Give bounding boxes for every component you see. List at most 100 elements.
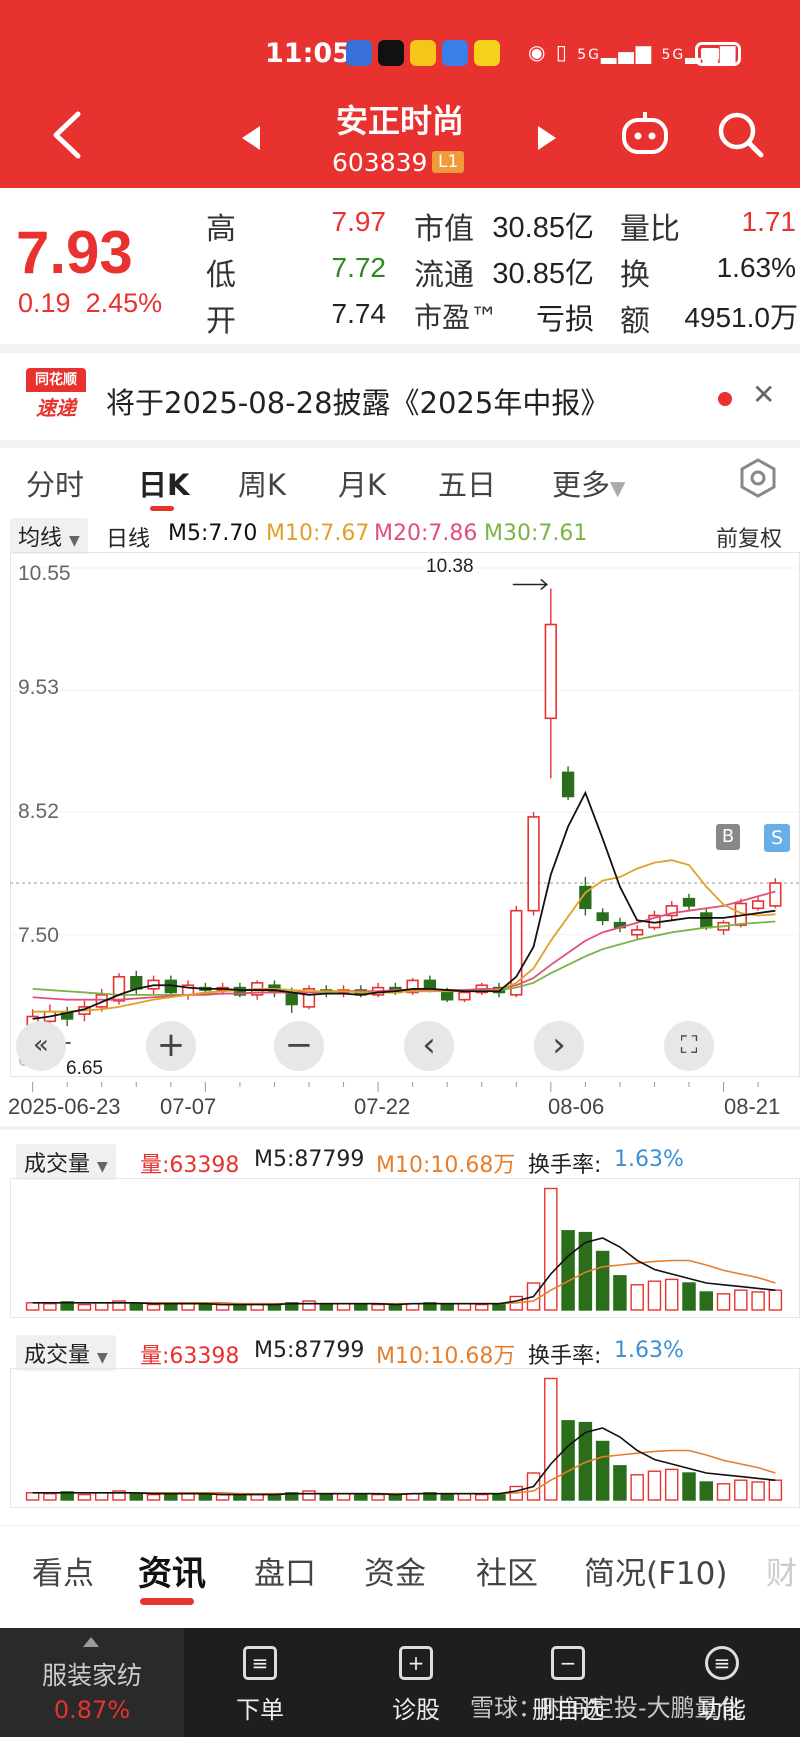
fullscreen-icon[interactable]: ⛶ [664, 1021, 714, 1071]
volume-m10: M10:10.68万 [376, 1344, 516, 1369]
volume-bar [613, 1465, 627, 1501]
volume-bar [699, 1481, 714, 1501]
notice-text[interactable]: 将于2025-08-28披露《2025年中报》 [106, 380, 609, 422]
volume-bar [336, 1492, 351, 1501]
volume-bar [181, 1492, 195, 1501]
volume-chart-2[interactable] [10, 1368, 800, 1508]
volume-bar [716, 1483, 731, 1501]
sell-marker[interactable]: S [764, 824, 790, 852]
volume-ma5-line [32, 1427, 776, 1496]
volume-bar [561, 1420, 575, 1501]
tab-more[interactable]: 更多▼ [552, 462, 625, 504]
adjust-mode[interactable]: 前复权 [716, 521, 782, 553]
tab-intraday[interactable]: 分时 [26, 462, 84, 504]
volume-bar [267, 1303, 282, 1311]
order-button[interactable]: ≡ 下单 [210, 1646, 310, 1725]
turnover-label: 换手率: [528, 1344, 602, 1369]
signal-2-icon: 5G [661, 47, 686, 63]
tab-five-day[interactable]: 五日 [438, 462, 496, 504]
y-tick: 7.50 [18, 924, 59, 947]
volume-selector[interactable]: 成交量 ▼ [16, 1144, 116, 1180]
dropdown-icon: ▼ [97, 1159, 108, 1175]
volume-bar [215, 1303, 230, 1311]
turnover-rate: 1.63% [614, 1338, 684, 1363]
volume-bar [319, 1303, 334, 1311]
open-value: 7.74 [331, 298, 387, 329]
search-icon[interactable] [716, 110, 766, 160]
volume-bar [474, 1493, 489, 1501]
kline-chart[interactable]: 10.55 9.53 8.52 7.50 6.48 10.38 6.65 B [10, 552, 800, 1079]
level-badge: L1 [432, 151, 465, 173]
change-value: 0.19 [18, 288, 71, 318]
volume-bar [354, 1303, 368, 1311]
stock-name: 安正时尚 [335, 102, 464, 140]
diagnose-button[interactable]: + 诊股 [366, 1646, 466, 1725]
candle-body [751, 900, 765, 910]
kline-svg [10, 552, 800, 1077]
high-label: 高 [206, 212, 236, 247]
tab-f10[interactable]: 简况(F10) [584, 1548, 727, 1593]
amount-label: 额 [620, 304, 650, 339]
x-tick: 2025-06-23 [8, 1094, 121, 1119]
sector-change: 0.87% [53, 1696, 131, 1724]
buy-marker[interactable]: B [716, 824, 740, 850]
volume-bar [734, 1479, 748, 1501]
volume-frame [10, 1368, 800, 1508]
volume-bar [198, 1493, 213, 1501]
volume-bar [544, 1187, 558, 1311]
pan-left-button[interactable]: ‹ [404, 1021, 454, 1071]
low-label: 低 [206, 258, 236, 293]
signal-bars-icon: ▂▄▆ [600, 40, 654, 64]
notice-banner[interactable]: 同花顺 速递 将于2025-08-28披露《2025年中报》 [0, 352, 800, 440]
float-label: 流通 [414, 258, 474, 293]
dropdown-icon: ▼ [97, 1350, 108, 1366]
volume-bar [388, 1493, 403, 1501]
settings-hex-icon[interactable] [738, 458, 778, 498]
candle-body [130, 976, 143, 990]
ma-selector[interactable]: 均线 ▼ [10, 518, 88, 554]
volume-bar [198, 1303, 213, 1311]
volume-bar [25, 1492, 40, 1501]
volume-bar [595, 1250, 610, 1311]
tab-finance[interactable]: 财 [766, 1548, 797, 1593]
candle-body [769, 882, 782, 907]
candle-body [596, 912, 609, 922]
volume-bar [302, 1490, 316, 1501]
mktcap-value: 30.85亿 [492, 212, 594, 244]
tab-news[interactable]: 资讯 [138, 1546, 206, 1595]
pe-value: 亏损 [535, 304, 594, 336]
volume-bar [215, 1493, 230, 1501]
battery-icon [695, 42, 741, 66]
tab-orderbook[interactable]: 盘口 [254, 1548, 316, 1593]
x-tick: 08-21 [724, 1094, 781, 1119]
ma30-line [32, 920, 776, 996]
volume-bar [768, 1289, 783, 1311]
volume-bar [751, 1291, 765, 1311]
tab-community[interactable]: 社区 [476, 1548, 538, 1593]
sector-box[interactable]: 服装家纺 0.87% [0, 1628, 184, 1737]
pan-right-button[interactable]: › [534, 1021, 584, 1071]
active-tab-indicator [150, 506, 174, 511]
volume-bar [94, 1302, 109, 1311]
volume-selector[interactable]: 成交量 ▼ [16, 1335, 116, 1371]
volume-bar [613, 1275, 627, 1311]
volume-bar [25, 1302, 40, 1311]
volume-bar [233, 1493, 247, 1501]
robot-assistant-icon[interactable] [620, 108, 670, 158]
volume-bar [164, 1493, 178, 1501]
volume-bar [664, 1278, 679, 1311]
volume-chart-1[interactable] [10, 1178, 800, 1318]
tab-capital[interactable]: 资金 [364, 1548, 426, 1593]
tab-highlights[interactable]: 看点 [32, 1548, 94, 1593]
volume-bar [129, 1302, 144, 1311]
zoom-in-button[interactable]: + [146, 1021, 196, 1071]
next-stock-icon[interactable] [536, 124, 558, 152]
tab-weekly-k[interactable]: 周K [238, 462, 286, 504]
tab-monthly-k[interactable]: 月K [338, 462, 386, 504]
zoom-out-button[interactable]: − [274, 1021, 324, 1071]
candle-body [285, 991, 298, 1006]
close-icon[interactable]: ✕ [752, 378, 775, 411]
volume-bar [457, 1492, 472, 1501]
rewind-icon[interactable]: « [16, 1021, 66, 1071]
tab-daily-k[interactable]: 日K [138, 462, 189, 504]
